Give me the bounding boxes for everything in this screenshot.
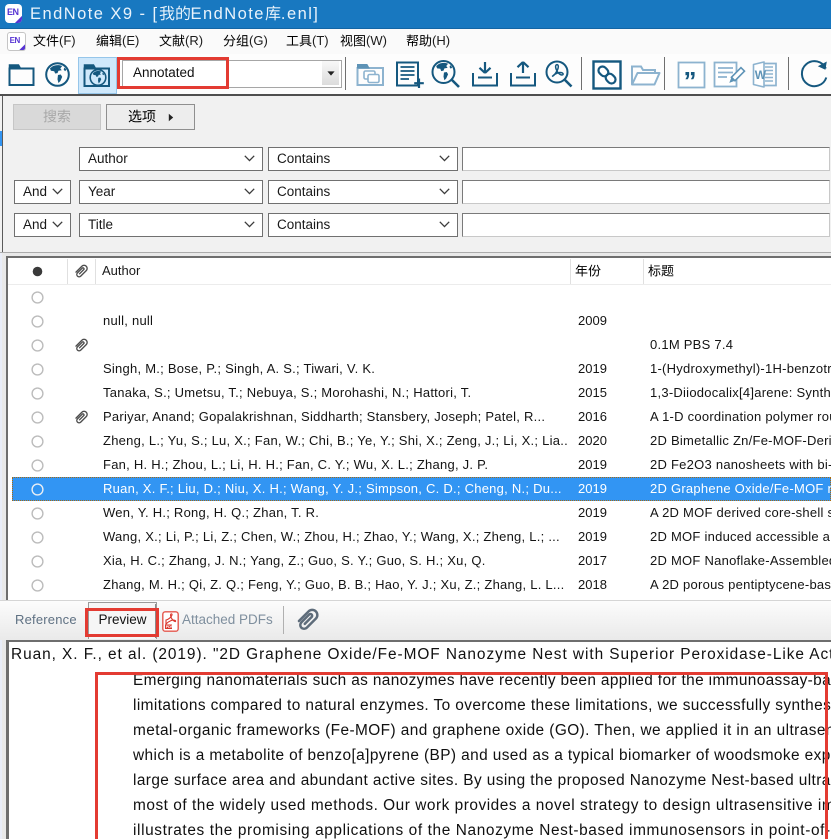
svg-text:W: W xyxy=(755,68,767,82)
svg-text:”: ” xyxy=(684,66,697,89)
svg-text:PDF: PDF xyxy=(166,625,174,629)
